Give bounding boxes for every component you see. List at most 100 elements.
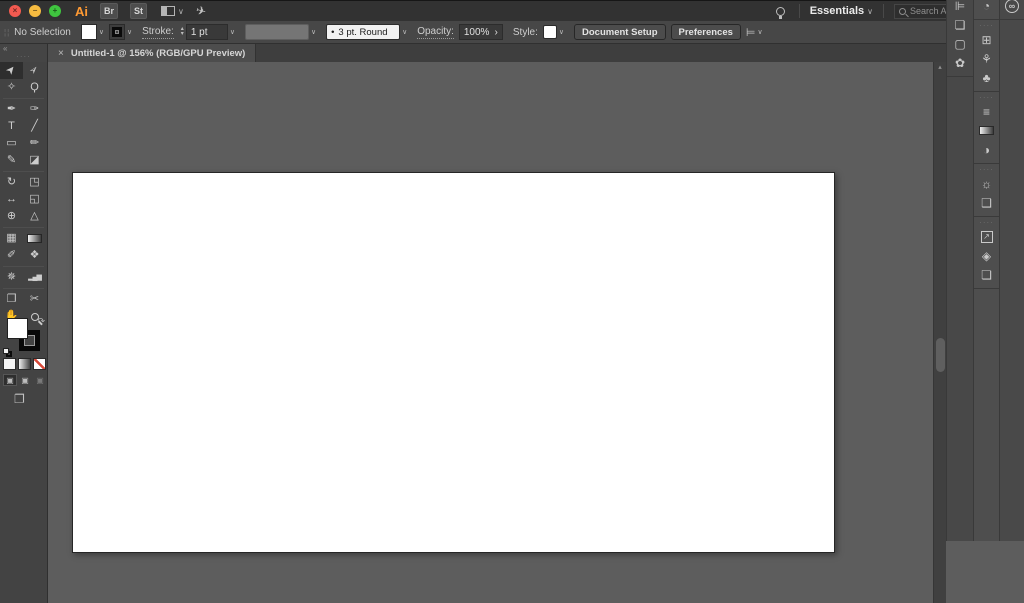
scroll-up-icon[interactable]: ▴: [934, 63, 946, 71]
minimize-window-button[interactable]: −: [29, 5, 41, 17]
chevron-down-icon[interactable]: ∨: [99, 28, 104, 36]
eraser-tool[interactable]: ◪: [23, 152, 46, 169]
graphic-styles-panel-button[interactable]: ❑: [974, 193, 999, 212]
perspective-grid-tool[interactable]: △: [23, 208, 46, 225]
preferences-button[interactable]: Preferences: [670, 24, 741, 40]
stroke-color-swatch[interactable]: [108, 24, 125, 40]
rectangle-tool[interactable]: ▭: [0, 135, 23, 152]
chevron-down-icon[interactable]: ∨: [758, 28, 763, 36]
scrollbar-thumb[interactable]: [936, 338, 945, 372]
swatches-panel-button[interactable]: ⊞: [974, 30, 999, 49]
canvas[interactable]: [48, 62, 933, 603]
layers-panel-icon: ◈: [981, 248, 992, 263]
rotate-tool[interactable]: ↻: [0, 174, 23, 191]
stock-button[interactable]: St: [130, 3, 148, 19]
vertical-scrollbar[interactable]: ▴: [933, 62, 946, 603]
style-swatch[interactable]: [542, 25, 557, 39]
color-themes-panel-button[interactable]: ✿: [947, 53, 973, 72]
share-icon[interactable]: ✈: [194, 3, 207, 19]
bridge-button[interactable]: Br: [100, 3, 119, 19]
close-tab-icon[interactable]: ×: [58, 48, 64, 59]
opacity-arrow-icon[interactable]: ›: [495, 27, 498, 38]
artboard-tool[interactable]: ❐: [0, 291, 23, 308]
curvature-tool[interactable]: ✑: [23, 101, 46, 118]
stroke-label[interactable]: Stroke:: [142, 26, 174, 39]
grip-dots: ¦¦: [4, 27, 11, 37]
stroke-panel-button[interactable]: ≡: [974, 102, 999, 121]
none-button[interactable]: [33, 358, 46, 370]
swap-fill-stroke-icon[interactable]: ↷: [37, 316, 45, 327]
layers-panel-button[interactable]: ◈: [974, 246, 999, 265]
lasso-tool[interactable]: Ϙ: [23, 79, 46, 96]
transparency-panel-button[interactable]: ◑: [974, 140, 999, 159]
blend-tool[interactable]: ❖: [23, 247, 46, 264]
lightbulb-icon[interactable]: [775, 6, 785, 19]
document-setup-button[interactable]: Document Setup: [574, 24, 666, 40]
symbol-sprayer-tool[interactable]: ✵: [0, 269, 23, 286]
default-fill-stroke-icon[interactable]: [3, 348, 13, 358]
brush-definition-dropdown[interactable]: • 3 pt. Round: [326, 24, 401, 40]
gradient-panel-icon: [979, 126, 994, 135]
document-tab-bar: « ···· × Untitled-1 @ 156% (RGB/GPU Prev…: [0, 44, 946, 62]
gradient-tool[interactable]: [23, 230, 46, 247]
free-transform-tool[interactable]: ◱: [23, 191, 46, 208]
tools-panel-header: « ····: [0, 44, 48, 62]
magic-wand-tool[interactable]: ✧: [0, 79, 23, 96]
width-tool[interactable]: ↔: [0, 191, 23, 208]
align-options-icon[interactable]: ⊨: [746, 26, 756, 39]
color-panel-button[interactable]: ◔: [974, 0, 999, 15]
artboard[interactable]: [72, 172, 835, 553]
gradient-button[interactable]: [18, 358, 31, 370]
illustrator-logo: Ai: [75, 3, 88, 19]
artboard-icon: ❐: [6, 293, 17, 305]
document-tab[interactable]: × Untitled-1 @ 156% (RGB/GPU Preview): [48, 44, 257, 62]
stroke-weight-field[interactable]: 1 pt: [185, 24, 228, 40]
color-button[interactable]: [3, 358, 16, 370]
transform-panel-button[interactable]: ▢: [947, 34, 973, 53]
line-segment-tool[interactable]: ╱: [23, 118, 46, 135]
fill-swatch[interactable]: [7, 318, 28, 339]
brushes-panel-button[interactable]: ⚘: [974, 49, 999, 68]
opacity-label[interactable]: Opacity:: [417, 26, 454, 39]
cc-libraries-panel-button[interactable]: ∞: [1000, 0, 1024, 15]
slice-tool[interactable]: ✂: [23, 291, 46, 308]
chevron-down-icon[interactable]: ∨: [127, 28, 132, 36]
opacity-field[interactable]: 100% ›: [458, 24, 503, 40]
draw-normal-button[interactable]: ▣: [3, 374, 17, 386]
asset-export-panel-button[interactable]: ↗: [974, 227, 999, 246]
stepper-down-icon[interactable]: ▾: [181, 31, 184, 37]
workspace-switcher[interactable]: Essentials: [810, 5, 864, 17]
arrange-documents-icon[interactable]: [161, 6, 176, 16]
pen-tool[interactable]: ✒: [0, 101, 23, 118]
pencil-tool[interactable]: ✎: [0, 152, 23, 169]
chevron-down-icon[interactable]: ∨: [402, 28, 407, 36]
stroke-weight-stepper[interactable]: ▴ ▾: [181, 26, 184, 37]
direct-selection-tool[interactable]: ➢: [23, 62, 46, 79]
eyedropper-tool[interactable]: ✐: [0, 247, 23, 264]
shape-builder-tool[interactable]: ⊕: [0, 208, 23, 225]
type-tool[interactable]: T: [0, 118, 23, 135]
align-panel-button[interactable]: ⊫: [947, 0, 973, 15]
draw-inside-button[interactable]: ▣: [33, 374, 47, 386]
chevron-down-icon[interactable]: ∨: [178, 7, 184, 16]
symbols-panel-button[interactable]: ♣: [974, 68, 999, 87]
chevron-down-icon[interactable]: ∨: [230, 28, 235, 36]
draw-behind-button[interactable]: ▣: [18, 374, 32, 386]
chevron-down-icon[interactable]: ∨: [867, 7, 873, 16]
artboards-panel-button[interactable]: ❏: [974, 265, 999, 284]
screen-mode-button[interactable]: ❐: [14, 392, 25, 406]
gradient-panel-button[interactable]: [974, 121, 999, 140]
swatches-panel-icon: ⊞: [981, 32, 992, 47]
fill-color-swatch[interactable]: [80, 24, 97, 40]
selection-tool[interactable]: ➤: [0, 62, 23, 79]
selection-status: No Selection: [14, 26, 71, 38]
appearance-panel-button[interactable]: ☼: [974, 174, 999, 193]
paintbrush-tool[interactable]: ✏: [23, 135, 46, 152]
column-graph-tool[interactable]: ▂▄▆: [23, 269, 46, 286]
close-window-button[interactable]: ×: [9, 5, 21, 17]
maximize-window-button[interactable]: +: [49, 5, 61, 17]
pathfinder-panel-button[interactable]: ❏: [947, 15, 973, 34]
chevron-down-icon[interactable]: ∨: [559, 28, 564, 36]
mesh-tool[interactable]: ▦: [0, 230, 23, 247]
scale-tool[interactable]: ◳: [23, 174, 46, 191]
